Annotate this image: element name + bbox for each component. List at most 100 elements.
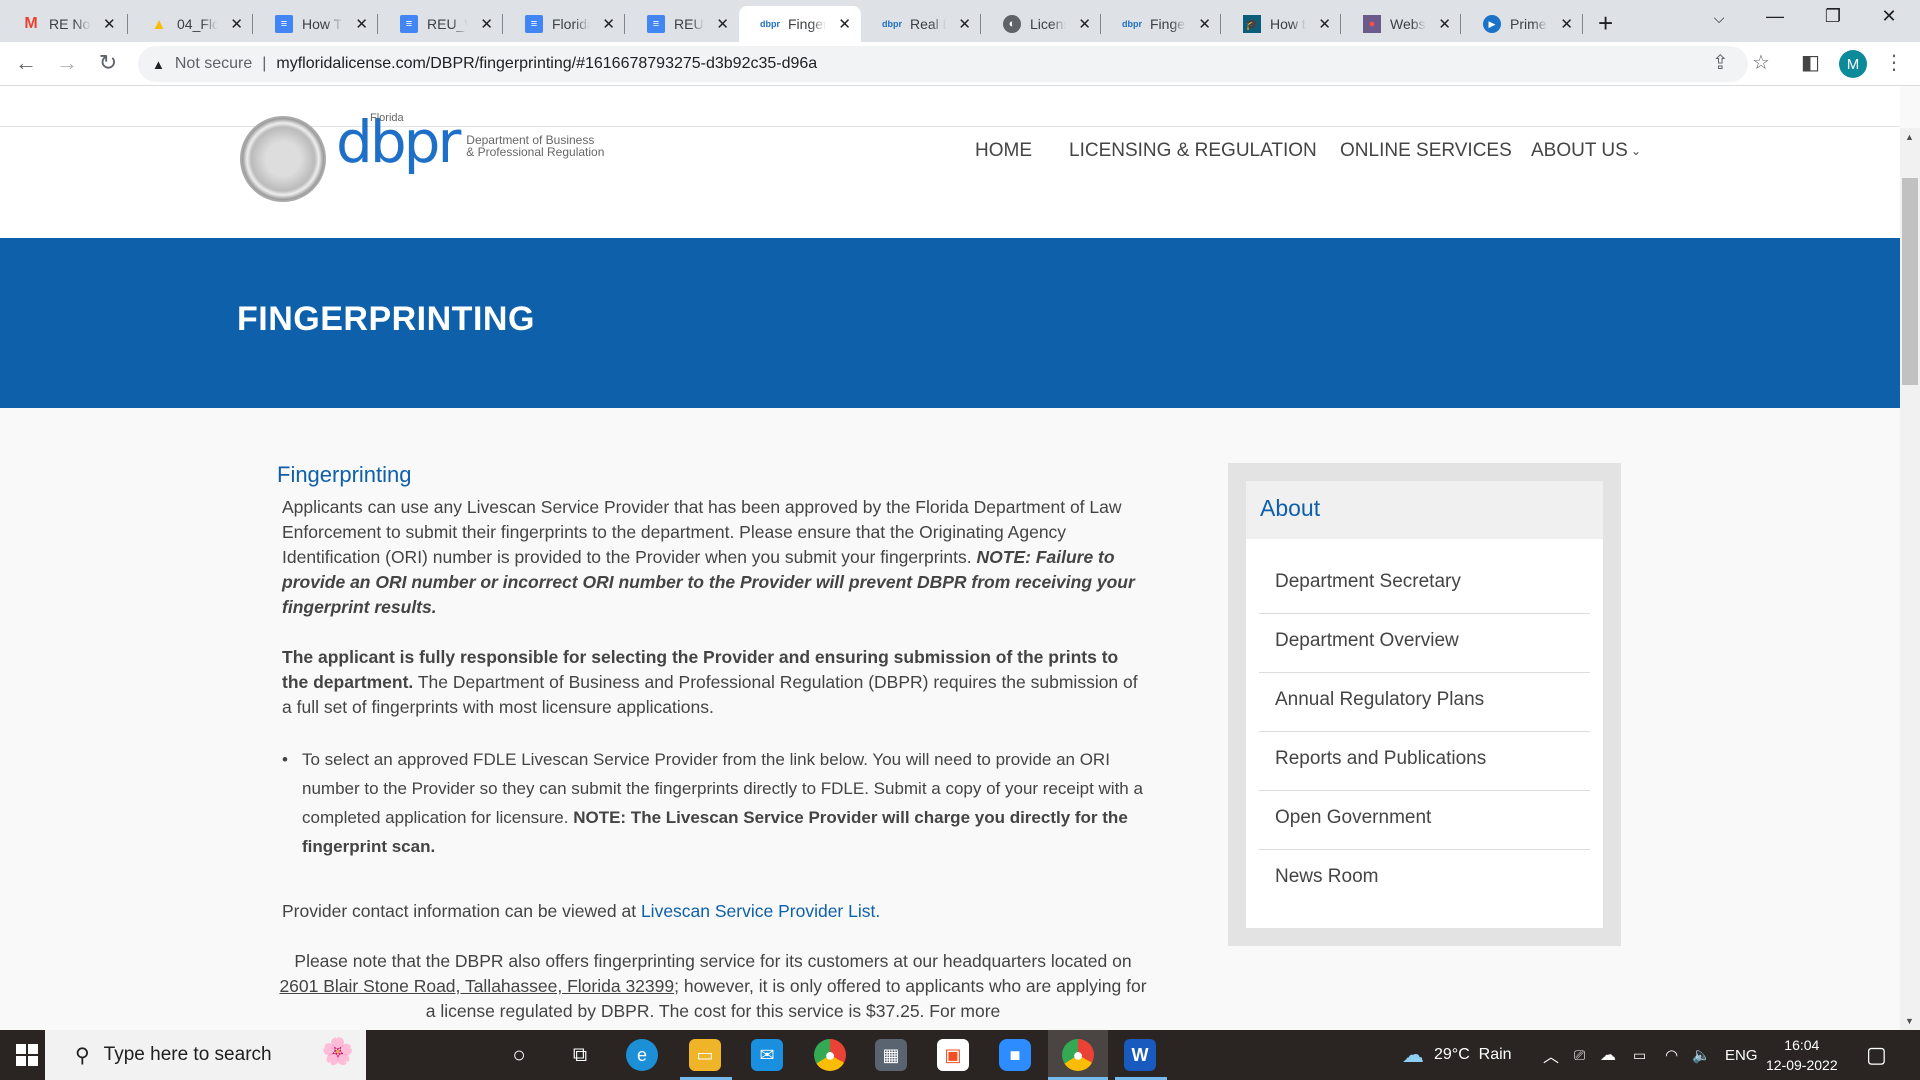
close-tab-icon[interactable]: ✕ <box>1438 15 1451 33</box>
tab[interactable]: ≡ REU_V ✕ <box>625 6 739 42</box>
sidebar-item-department-secretary[interactable]: Department Secretary <box>1259 555 1590 614</box>
hq-address-link[interactable]: 2601 Blair Stone Road, Tallahassee, Flor… <box>279 976 674 996</box>
menu-dots-icon[interactable]: ⋮ <box>1884 50 1904 75</box>
web-page: Florida dbpr Department of Business & Pr… <box>0 86 1900 1030</box>
calculator-icon[interactable]: ▦ <box>875 1039 907 1071</box>
minimize-button[interactable]: — <box>1752 6 1798 27</box>
close-tab-icon[interactable]: ✕ <box>103 15 116 33</box>
globe-icon: ◐ <box>1003 15 1021 33</box>
close-tab-icon[interactable]: ✕ <box>838 15 851 33</box>
cortana-icon[interactable]: ○ <box>503 1039 535 1071</box>
onedrive-icon[interactable]: ☁ <box>1600 1030 1616 1080</box>
weather-widget[interactable]: ☁ 29°C Rain <box>1402 1030 1512 1080</box>
show-hidden-icons-chevron-icon[interactable]: ︿ <box>1543 1030 1559 1080</box>
close-tab-icon[interactable]: ✕ <box>958 15 971 33</box>
nav-home[interactable]: HOME <box>975 140 1032 162</box>
close-tab-icon[interactable]: ✕ <box>1318 15 1331 33</box>
url-text[interactable]: myfloridalicense.com/DBPR/fingerprinting… <box>276 55 817 73</box>
intro-paragraph: Applicants can use any Livescan Service … <box>278 495 1148 620</box>
tab[interactable]: ◐ Licens ✕ <box>981 6 1101 42</box>
tab[interactable]: dbpr Real E ✕ <box>861 6 981 42</box>
file-explorer-icon[interactable]: ▭ <box>689 1039 721 1071</box>
dbpr-logo[interactable]: Florida dbpr Department of Business & Pr… <box>336 112 604 171</box>
close-tab-icon[interactable]: ✕ <box>1560 15 1573 33</box>
tab[interactable]: ≡ Florida ✕ <box>503 6 625 42</box>
nav-online-services[interactable]: ONLINE SERVICES <box>1340 140 1512 162</box>
windows-start-icon[interactable] <box>16 1044 38 1066</box>
scrollbar-thumb[interactable] <box>1902 178 1918 385</box>
close-tab-icon[interactable]: ✕ <box>716 15 729 33</box>
microsoft-store-icon[interactable]: ▣ <box>937 1039 969 1071</box>
tab[interactable]: ▲ 04_Flo ✕ <box>128 6 253 42</box>
camera-icon[interactable]: ⎚ <box>1574 1030 1585 1080</box>
divider: | <box>262 55 267 72</box>
close-tab-icon[interactable]: ✕ <box>480 15 493 33</box>
profile-avatar[interactable]: M <box>1839 50 1867 78</box>
volume-icon[interactable]: 🔈 <box>1692 1030 1711 1080</box>
share-icon[interactable]: ⇪ <box>1712 50 1729 75</box>
security-label[interactable]: Not secure <box>175 55 252 73</box>
chrome-profile-icon[interactable]: ● <box>1062 1039 1094 1071</box>
task-view-icon[interactable]: ⧉ <box>564 1039 596 1071</box>
sidebar-panel: About Department Secretary Department Ov… <box>1246 481 1603 928</box>
sidebar-item-annual-regulatory-plans[interactable]: Annual Regulatory Plans <box>1259 673 1590 732</box>
tab[interactable]: M RE No ✕ <box>0 6 128 42</box>
new-tab-button[interactable]: + <box>1598 8 1613 39</box>
bookmark-star-icon[interactable]: ☆ <box>1752 50 1770 75</box>
search-highlight-flower-icon: 🌸 <box>321 1036 354 1066</box>
prime-video-icon: ▶ <box>1483 15 1501 33</box>
sidebar-item-reports-publications[interactable]: Reports and Publications <box>1259 732 1590 791</box>
word-icon[interactable]: W <box>1124 1039 1156 1071</box>
sidebar-item-open-government[interactable]: Open Government <box>1259 791 1590 850</box>
main-content: Fingerprinting Applicants can use any Li… <box>277 462 1148 1030</box>
tab[interactable]: ≡ How T ✕ <box>253 6 378 42</box>
address-bar[interactable]: ▲ Not secure | myfloridalicense.com/DBPR… <box>138 46 1748 82</box>
close-tab-icon[interactable]: ✕ <box>355 15 368 33</box>
graduation-cap-icon: 🎓 <box>1243 15 1261 33</box>
side-panel-icon[interactable]: ◧ <box>1801 50 1820 75</box>
zoom-icon[interactable]: ■ <box>999 1039 1031 1071</box>
close-window-button[interactable]: ✕ <box>1866 6 1912 27</box>
tab[interactable]: ≡ REU_V ✕ <box>378 6 503 42</box>
mail-icon[interactable]: ✉ <box>751 1039 783 1071</box>
close-tab-icon[interactable]: ✕ <box>602 15 615 33</box>
forward-button[interactable]: → <box>53 50 81 76</box>
tab-active[interactable]: dbpr Finger ✕ <box>739 6 861 42</box>
close-tab-icon[interactable]: ✕ <box>1078 15 1091 33</box>
taskbar-search-box[interactable]: ⚲ Type here to search 🌸 <box>45 1030 366 1080</box>
provider-contact-paragraph: Provider contact information can be view… <box>278 899 1148 924</box>
tab-search-chevron-icon[interactable]: ⌵ <box>1696 10 1742 27</box>
search-icon: ⚲ <box>75 1044 90 1067</box>
chrome-icon[interactable]: ● <box>814 1039 846 1071</box>
section-heading: Fingerprinting <box>277 462 412 487</box>
tab[interactable]: 🎓 How t ✕ <box>1221 6 1341 42</box>
restore-button[interactable]: ❐ <box>1810 6 1856 27</box>
back-button[interactable]: ← <box>12 50 40 76</box>
sidebar-list: Department Secretary Department Overview… <box>1246 539 1603 909</box>
battery-icon[interactable]: ▭ <box>1633 1030 1646 1080</box>
florida-state-seal-logo[interactable] <box>240 116 326 202</box>
notifications-icon[interactable]: ▢ <box>1866 1030 1887 1080</box>
chevron-down-icon[interactable]: ⌄ <box>1631 144 1641 158</box>
close-tab-icon[interactable]: ✕ <box>1198 15 1211 33</box>
scroll-up-arrow-icon[interactable]: ▲ <box>1905 132 1914 142</box>
scroll-down-arrow-icon[interactable]: ▼ <box>1905 1016 1914 1026</box>
tab[interactable]: ● Websi ✕ <box>1341 6 1461 42</box>
reload-button[interactable]: ↻ <box>94 50 122 76</box>
nav-licensing-regulation[interactable]: LICENSING & REGULATION <box>1069 140 1317 162</box>
wifi-icon[interactable]: ◠ <box>1665 1030 1678 1080</box>
close-tab-icon[interactable]: ✕ <box>230 15 243 33</box>
language-indicator[interactable]: ENG <box>1725 1030 1758 1080</box>
search-placeholder: Type here to search <box>103 1044 272 1065</box>
edge-icon[interactable]: e <box>626 1039 658 1071</box>
system-clock[interactable]: 16:04 12-09-2022 <box>1766 1035 1838 1075</box>
tab[interactable]: ▶ Prime ✕ <box>1461 6 1583 42</box>
google-docs-icon: ≡ <box>275 15 293 33</box>
livescan-provider-list-link[interactable]: Livescan Service Provider List <box>641 901 875 921</box>
page-scrollbar[interactable]: ▲ ▼ <box>1900 128 1920 1030</box>
instructions-list: To select an approved FDLE Livescan Serv… <box>278 745 1148 861</box>
sidebar-item-department-overview[interactable]: Department Overview <box>1259 614 1590 673</box>
sidebar-item-news-room[interactable]: News Room <box>1259 850 1590 909</box>
nav-about-us[interactable]: ABOUT US <box>1531 140 1628 162</box>
tab[interactable]: dbpr Finger ✕ <box>1101 6 1221 42</box>
